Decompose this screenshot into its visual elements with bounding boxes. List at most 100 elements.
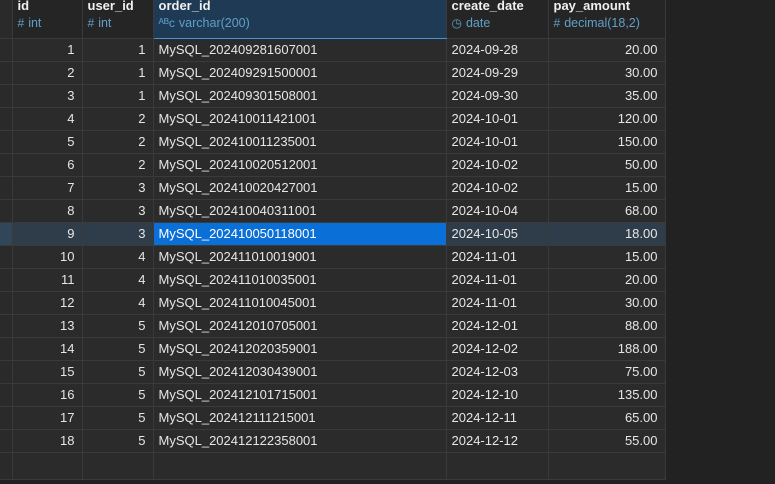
cell-order-id[interactable]: MySQL_202412010705001 xyxy=(153,314,447,338)
table-row[interactable]: 13 5 MySQL_202412010705001 2024-12-01 88.00 xyxy=(0,314,666,338)
cell-user-id[interactable]: 5 xyxy=(82,360,154,384)
cell-id[interactable]: 3 xyxy=(12,84,83,108)
cell-pay-amount[interactable]: 30.00 xyxy=(548,61,666,85)
cell-create-date[interactable]: 2024-11-01 xyxy=(446,291,549,315)
table-row[interactable]: 11 4 MySQL_202411010035001 2024-11-01 20.00 xyxy=(0,268,666,292)
cell-order-id[interactable]: MySQL_202412101715001 xyxy=(153,383,447,407)
row-header[interactable] xyxy=(0,337,13,361)
cell-create-date[interactable]: 2024-12-01 xyxy=(446,314,549,338)
cell-user-id[interactable]: 2 xyxy=(82,153,154,177)
row-header[interactable] xyxy=(0,222,13,246)
cell-id[interactable]: 7 xyxy=(12,176,83,200)
table-row[interactable]: 3 1 MySQL_202409301508001 2024-09-30 35.00 xyxy=(0,84,666,108)
row-header[interactable] xyxy=(0,199,13,223)
cell-pay-amount[interactable]: 75.00 xyxy=(548,360,666,384)
column-header-create-date[interactable]: create_date ◷ date xyxy=(446,0,549,39)
cell-id[interactable]: 16 xyxy=(12,383,83,407)
row-header[interactable] xyxy=(0,61,13,85)
cell-user-id[interactable]: 5 xyxy=(82,406,154,430)
column-header-user-id[interactable]: user_id # int xyxy=(82,0,154,39)
cell-id[interactable]: 5 xyxy=(12,130,83,154)
cell-pay-amount[interactable]: 150.00 xyxy=(548,130,666,154)
cell-order-id[interactable]: MySQL_202409301508001 xyxy=(153,84,447,108)
table-row[interactable]: 8 3 MySQL_202410040311001 2024-10-04 68.00 xyxy=(0,199,666,223)
table-row[interactable]: 4 2 MySQL_202410011421001 2024-10-01 120.00 xyxy=(0,107,666,131)
cell-create-date[interactable]: 2024-10-01 xyxy=(446,107,549,131)
cell-id[interactable]: 8 xyxy=(12,199,83,223)
row-header[interactable] xyxy=(0,130,13,154)
table-row[interactable]: 16 5 MySQL_202412101715001 2024-12-10 135.00 xyxy=(0,383,666,407)
cell-user-id[interactable]: 1 xyxy=(82,61,154,85)
cell-create-date[interactable]: 2024-12-12 xyxy=(446,429,549,453)
row-header[interactable] xyxy=(0,245,13,269)
cell-create-date[interactable]: 2024-10-01 xyxy=(446,130,549,154)
cell-pay-amount[interactable]: 15.00 xyxy=(548,245,666,269)
cell-id[interactable]: 13 xyxy=(12,314,83,338)
row-header[interactable] xyxy=(0,107,13,131)
cell-create-date[interactable]: 2024-12-11 xyxy=(446,406,549,430)
cell-pay-amount[interactable]: 15.00 xyxy=(548,176,666,200)
table-row[interactable]: 18 5 MySQL_202412122358001 2024-12-12 55.00 xyxy=(0,429,666,453)
cell-pay-amount[interactable]: 35.00 xyxy=(548,84,666,108)
cell-id[interactable]: 10 xyxy=(12,245,83,269)
cell-pay-amount[interactable]: 68.00 xyxy=(548,199,666,223)
cell-create-date[interactable]: 2024-12-03 xyxy=(446,360,549,384)
cell-pay-amount[interactable]: 30.00 xyxy=(548,291,666,315)
cell-id[interactable]: 18 xyxy=(12,429,83,453)
cell-user-id[interactable]: 4 xyxy=(82,291,154,315)
cell-create-date[interactable]: 2024-10-02 xyxy=(446,176,549,200)
cell-user-id[interactable]: 1 xyxy=(82,84,154,108)
cell-id[interactable]: 17 xyxy=(12,406,83,430)
cell-order-id[interactable]: MySQL_202411010045001 xyxy=(153,291,447,315)
cell-id[interactable]: 14 xyxy=(12,337,83,361)
table-row[interactable]: 6 2 MySQL_202410020512001 2024-10-02 50.00 xyxy=(0,153,666,177)
cell-order-id[interactable]: MySQL_202411010019001 xyxy=(153,245,447,269)
cell-user-id[interactable]: 5 xyxy=(82,314,154,338)
cell-user-id[interactable]: 2 xyxy=(82,107,154,131)
cell-create-date[interactable]: 2024-10-05 xyxy=(446,222,549,246)
cell-order-id[interactable]: MySQL_202411010035001 xyxy=(153,268,447,292)
row-header[interactable] xyxy=(0,383,13,407)
cell-create-date[interactable]: 2024-10-02 xyxy=(446,153,549,177)
row-header[interactable] xyxy=(0,406,13,430)
cell-order-id[interactable]: MySQL_202410040311001 xyxy=(153,199,447,223)
cell-create-date[interactable]: 2024-10-04 xyxy=(446,199,549,223)
cell-user-id[interactable]: 5 xyxy=(82,429,154,453)
cell-id[interactable]: 12 xyxy=(12,291,83,315)
cell-create-date[interactable]: 2024-12-02 xyxy=(446,337,549,361)
cell-pay-amount[interactable]: 18.00 xyxy=(548,222,666,246)
table-row[interactable]: 15 5 MySQL_202412030439001 2024-12-03 75.00 xyxy=(0,360,666,384)
cell-order-id[interactable]: MySQL_202410011421001 xyxy=(153,107,447,131)
row-header[interactable] xyxy=(0,429,13,453)
cell-order-id[interactable]: MySQL_202412020359001 xyxy=(153,337,447,361)
cell-pay-amount[interactable]: 188.00 xyxy=(548,337,666,361)
cell-create-date[interactable]: 2024-09-30 xyxy=(446,84,549,108)
table-row[interactable]: 7 3 MySQL_202410020427001 2024-10-02 15.00 xyxy=(0,176,666,200)
cell-order-id[interactable]: MySQL_202409281607001 xyxy=(153,38,447,62)
row-header[interactable] xyxy=(0,314,13,338)
row-header-corner[interactable] xyxy=(0,0,13,39)
cell-user-id[interactable]: 3 xyxy=(82,222,154,246)
cell-id[interactable]: 2 xyxy=(12,61,83,85)
cell-order-id[interactable]: MySQL_202410020512001 xyxy=(153,153,447,177)
table-row[interactable]: 2 1 MySQL_202409291500001 2024-09-29 30.00 xyxy=(0,61,666,85)
row-header[interactable] xyxy=(0,153,13,177)
cell-user-id[interactable]: 5 xyxy=(82,383,154,407)
cell-order-id[interactable]: MySQL_202410020427001 xyxy=(153,176,447,200)
cell-pay-amount[interactable]: 88.00 xyxy=(548,314,666,338)
cell-user-id[interactable]: 4 xyxy=(82,245,154,269)
cell-create-date[interactable]: 2024-11-01 xyxy=(446,268,549,292)
cell-pay-amount[interactable]: 20.00 xyxy=(548,38,666,62)
cell-order-id[interactable]: MySQL_202410050118001 xyxy=(153,222,447,246)
cell-pay-amount[interactable]: 120.00 xyxy=(548,107,666,131)
row-header[interactable] xyxy=(0,84,13,108)
table-row[interactable]: 9 3 MySQL_202410050118001 2024-10-05 18.00 xyxy=(0,222,666,246)
cell-order-id[interactable]: MySQL_202412122358001 xyxy=(153,429,447,453)
table-row[interactable]: 17 5 MySQL_202412111215001 2024-12-11 65.00 xyxy=(0,406,666,430)
cell-user-id[interactable]: 3 xyxy=(82,199,154,223)
cell-pay-amount[interactable]: 20.00 xyxy=(548,268,666,292)
row-header[interactable] xyxy=(0,268,13,292)
cell-order-id[interactable]: MySQL_202412030439001 xyxy=(153,360,447,384)
cell-user-id[interactable]: 4 xyxy=(82,268,154,292)
cell-id[interactable]: 11 xyxy=(12,268,83,292)
